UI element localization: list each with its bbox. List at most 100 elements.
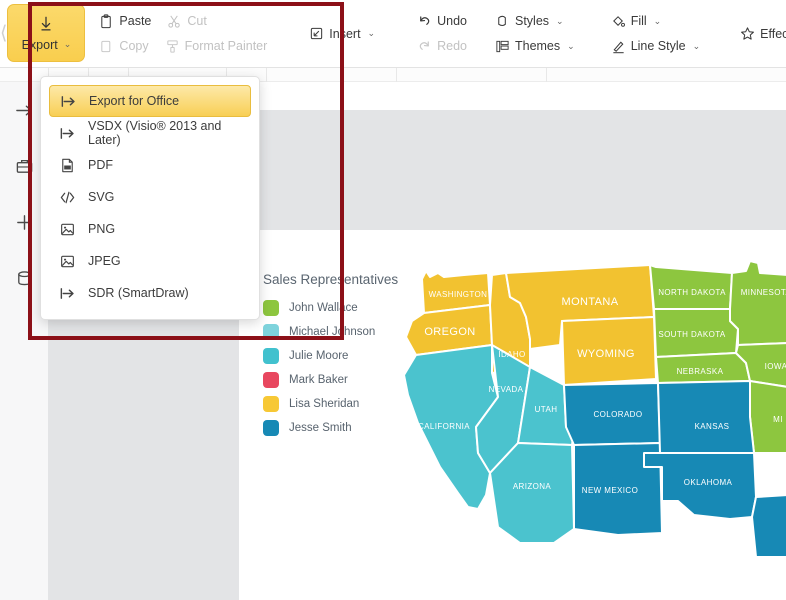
briefcase-icon	[16, 159, 32, 173]
fill-button[interactable]: Fill ⌄	[603, 11, 670, 32]
menu-item-vsdx[interactable]: VSDX (Visio® 2013 and Later)	[49, 117, 251, 149]
menu-item-label: SVG	[88, 190, 115, 204]
image-file-icon	[61, 255, 74, 267]
styles-icon	[498, 15, 506, 26]
state-label-UT: UTAH	[535, 405, 558, 414]
state-KS[interactable]	[657, 380, 755, 454]
styles-group: Styles ⌄ Themes ⌄	[481, 0, 589, 67]
redo-icon	[419, 40, 429, 50]
state-label-MT: MONTANA	[562, 296, 619, 308]
state-label-NE: NEBRASKA	[677, 367, 724, 376]
strip-divider	[546, 68, 547, 82]
state-label-OK: OKLAHOMA	[684, 478, 733, 487]
styles-button[interactable]: Styles ⌄	[487, 11, 572, 32]
copy-icon	[101, 40, 111, 52]
menu-item-pdf[interactable]: PDF	[49, 149, 251, 181]
redo-label: Redo	[437, 39, 467, 53]
code-brackets-icon	[60, 191, 75, 203]
state-label-KS: KANSAS	[695, 422, 730, 431]
styles-label: Styles	[514, 14, 550, 28]
legend-label: Jesse Smith	[289, 422, 352, 434]
menu-item-jpeg[interactable]: JPEG	[49, 245, 251, 277]
image-file-icon	[61, 223, 74, 235]
state-label-CA: CALIFORNIA	[418, 422, 470, 431]
menu-item-export-for-office[interactable]: Export for Office	[49, 85, 251, 117]
line-style-label: Line Style	[630, 39, 686, 53]
chevron-down-icon: ⌄	[556, 15, 564, 26]
legend-swatch	[263, 372, 279, 388]
arrow-export-icon	[60, 127, 74, 139]
legend-label: Lisa Sheridan	[289, 398, 360, 410]
export-button[interactable]: Export ⌄	[7, 4, 86, 62]
state-label-SD: SOUTH DAKOTA	[658, 330, 726, 339]
format-painter-button[interactable]: Format Painter	[157, 36, 276, 57]
main-toolbar: ⟨ Export ⌄ Paste Cut Copy Format Painter…	[0, 0, 786, 68]
undo-icon	[420, 15, 430, 25]
insert-icon	[311, 27, 323, 40]
history-group: Undo Redo	[403, 0, 481, 67]
cut-button[interactable]: Cut	[159, 11, 214, 32]
copy-label: Copy	[119, 39, 149, 53]
menu-item-label: Export for Office	[89, 94, 180, 108]
legend-swatch	[263, 396, 279, 412]
pdf-file-icon	[62, 158, 73, 172]
arrow-export-icon	[61, 95, 75, 107]
state-label-NM: NEW MEXICO	[582, 486, 638, 495]
chevron-down-icon: ⌄	[63, 39, 72, 49]
pencil-icon	[613, 41, 624, 53]
state-label-ND: NORTH DAKOTA	[658, 288, 726, 297]
state-label-WA: WASHINGTON	[429, 290, 488, 299]
copy-button[interactable]: Copy	[91, 36, 156, 57]
state-label-IA: IOWA	[765, 362, 786, 371]
insert-button[interactable]: Insert ⌄	[301, 23, 383, 44]
legend-label: Michael Johnson	[289, 326, 376, 338]
legend-swatch	[263, 420, 279, 436]
state-label-NV: NEVADA	[489, 385, 524, 394]
chevron-left-icon[interactable]: ⟨	[0, 0, 7, 67]
chevron-down-icon: ⌄	[653, 15, 662, 26]
menu-item-png[interactable]: PNG	[49, 213, 251, 245]
state-ND[interactable]	[649, 264, 733, 310]
legend-swatch	[263, 324, 279, 340]
paste-button[interactable]: Paste	[91, 11, 159, 32]
menu-item-label: VSDX (Visio® 2013 and Later)	[88, 119, 222, 147]
legend-label: Mark Baker	[289, 374, 348, 386]
fill-label: Fill	[630, 14, 647, 28]
state-label-MN: MINNESOTA	[741, 288, 786, 297]
menu-item-label: PDF	[88, 158, 113, 172]
export-button-label: Export	[21, 37, 58, 52]
menu-item-svg[interactable]: SVG	[49, 181, 251, 213]
fill-group: Fill ⌄ Line Style ⌄	[589, 0, 714, 67]
state-label-MO: MI	[773, 415, 783, 424]
undo-button[interactable]: Undo	[409, 11, 475, 32]
effects-button[interactable]: Effects ⌄	[732, 23, 786, 44]
state-label-WY: WYOMING	[577, 348, 635, 360]
app-root: ⟨ Export ⌄ Paste Cut Copy Format Painter…	[0, 0, 786, 600]
chevron-down-icon: ⌄	[692, 40, 701, 51]
effects-group: Effects ⌄	[714, 0, 786, 67]
legend-swatch	[263, 300, 279, 316]
state-MN[interactable]	[729, 260, 786, 346]
state-AR[interactable]	[751, 494, 786, 558]
line-style-button[interactable]: Line Style ⌄	[603, 36, 708, 57]
format-painter-icon	[166, 39, 178, 53]
clipboard-group: Paste Cut Copy Format Painter	[85, 0, 281, 67]
menu-item-sdr[interactable]: SDR (SmartDraw)	[49, 277, 251, 309]
chevron-down-icon: ⌄	[567, 40, 575, 51]
scissors-icon	[168, 15, 181, 28]
menu-item-label: SDR (SmartDraw)	[88, 286, 189, 300]
cut-label: Cut	[187, 14, 207, 28]
themes-label: Themes	[514, 39, 561, 53]
star-icon	[741, 27, 755, 40]
themes-button[interactable]: Themes ⌄	[487, 36, 583, 57]
legend-label: John Wallace	[289, 302, 358, 314]
legend-swatch	[263, 348, 279, 364]
export-dropdown-menu[interactable]: Export for Office VSDX (Visio® 2013 and …	[40, 76, 260, 320]
redo-button[interactable]: Redo	[409, 36, 475, 57]
plus-icon	[16, 214, 32, 230]
format-painter-label: Format Painter	[184, 39, 268, 53]
state-label-OR: OREGON	[424, 326, 475, 338]
arrow-right-icon	[15, 105, 32, 115]
us-states-map[interactable]: WASHINGTON OREGON IDAHO MONTANA WYOMING …	[378, 257, 786, 600]
database-icon	[17, 270, 31, 285]
